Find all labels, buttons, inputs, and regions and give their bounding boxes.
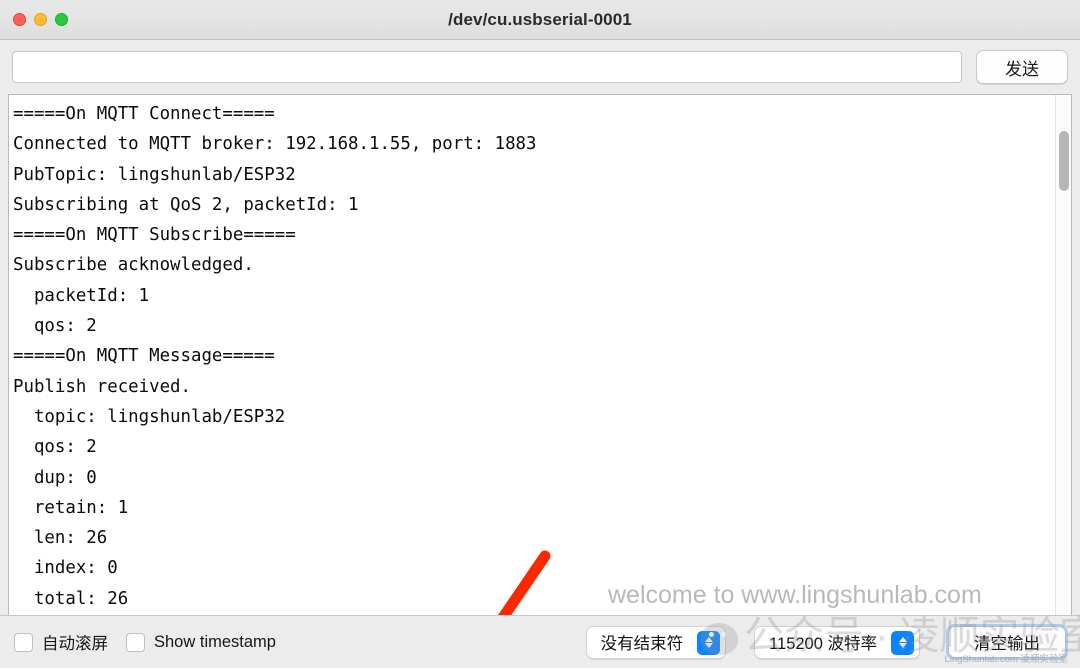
console-output[interactable]: =====On MQTT Connect===== Connected to MQ…: [9, 95, 1071, 615]
minimize-window-icon[interactable]: [34, 13, 47, 26]
bottom-toolbar: 自动滚屏 Show timestamp 没有结束符 115200 波特率 清空输…: [0, 615, 1080, 668]
console-line: Subscribing at QoS 2, packetId: 1: [13, 194, 359, 215]
baud-rate-stepper-icon[interactable]: [891, 630, 914, 655]
console-line: packetId: 1: [13, 285, 150, 306]
baud-rate-value: 115200 波特率: [769, 635, 877, 653]
maximize-window-icon[interactable]: [55, 13, 68, 26]
show-timestamp-label: Show timestamp: [154, 632, 276, 651]
console-line: index: 0: [13, 558, 118, 579]
console-line: qos: 2: [13, 316, 97, 337]
serial-monitor-window: /dev/cu.usbserial-0001 发送 =====On MQTT C…: [0, 0, 1080, 668]
console-panel: =====On MQTT Connect===== Connected to MQ…: [8, 94, 1072, 615]
console-line: PubTopic: lingshunlab/ESP32: [13, 164, 296, 185]
console-line: Subscribe acknowledged.: [13, 255, 254, 276]
auto-scroll-label: 自动滚屏: [42, 635, 108, 653]
line-ending-stepper-icon[interactable]: [697, 630, 721, 655]
send-row: 发送: [0, 40, 1080, 94]
line-ending-select[interactable]: 没有结束符: [585, 625, 727, 659]
console-line: dup: 0: [13, 467, 97, 488]
send-button[interactable]: 发送: [976, 50, 1068, 84]
console-line: =====On MQTT Subscribe=====: [13, 225, 296, 246]
traffic-light-group: [0, 13, 68, 26]
console-line: topic: lingshunlab/ESP32: [13, 406, 286, 427]
serial-send-input[interactable]: [12, 51, 962, 83]
console-line: total: 26: [13, 588, 129, 609]
console-line: =====On MQTT Message=====: [13, 346, 275, 367]
chevron-up-icon: [704, 637, 713, 642]
console-line: Connected to MQTT broker: 192.168.1.55, …: [13, 134, 537, 155]
console-scrollbar-thumb[interactable]: [1059, 131, 1069, 191]
chevron-down-icon: [704, 643, 713, 648]
window-title: /dev/cu.usbserial-0001: [448, 9, 632, 29]
show-timestamp-checkbox-box[interactable]: [126, 632, 145, 652]
baud-rate-select[interactable]: 115200 波特率: [754, 625, 920, 659]
chevron-down-icon: [898, 643, 907, 648]
console-scrollbar[interactable]: [1055, 95, 1071, 615]
console-line: len: 26: [13, 528, 108, 549]
console-line: retain: 1: [13, 497, 129, 518]
console-line: qos: 2: [13, 437, 97, 458]
close-window-icon[interactable]: [13, 13, 26, 26]
title-bar: /dev/cu.usbserial-0001: [0, 0, 1080, 40]
auto-scroll-checkbox[interactable]: 自动滚屏: [14, 630, 108, 654]
console-line: =====On MQTT Connect=====: [13, 104, 275, 124]
show-timestamp-checkbox[interactable]: Show timestamp: [126, 632, 276, 652]
chevron-up-icon: [898, 637, 907, 642]
line-ending-value: 没有结束符: [600, 635, 684, 653]
console-line: Publish received.: [13, 376, 191, 397]
auto-scroll-checkbox-box[interactable]: [14, 632, 33, 652]
clear-output-button[interactable]: 清空输出: [946, 624, 1068, 660]
